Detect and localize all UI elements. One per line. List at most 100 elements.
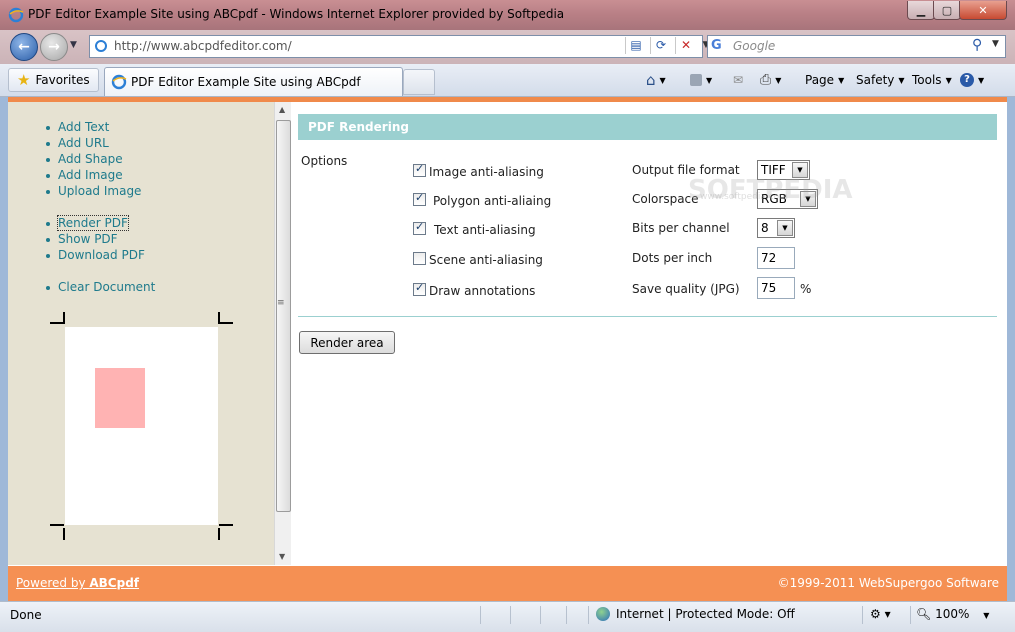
checkbox-label: Polygon anti-aliaing [433,194,552,208]
preview-shape[interactable] [95,368,145,428]
zoom-dropdown-icon: ▼ [983,611,990,620]
sidebar-link-upload-image[interactable]: Upload Image [58,184,141,198]
tab-active[interactable]: PDF Editor Example Site using ABCpdf [104,67,403,96]
sidebar-link-download-pdf[interactable]: Download PDF [58,248,145,262]
sidebar-link-add-text[interactable]: Add Text [58,120,109,134]
checkbox-polygon-antialiasing[interactable]: ✓ [413,191,426,206]
softpedia-watermark-url: www.softpedia.com [700,192,788,202]
security-zone[interactable]: Internet | Protected Mode: Off [596,607,795,621]
checkbox-text-antialiasing[interactable]: ✓ [413,220,426,235]
dpi-input[interactable]: 72 [757,247,795,269]
abcpdf-brand: ABCpdf [89,576,140,590]
ie-tab-icon [111,74,127,90]
page-dropdown-icon: ▼ [838,75,845,85]
page-menu-label: Page [805,73,835,87]
scroll-down-icon[interactable]: ▼ [279,552,285,561]
page-favicon-icon [95,40,107,52]
checkbox-draw-annotations[interactable]: ✓ [413,281,426,296]
status-separator [862,606,863,624]
history-dropdown-icon[interactable]: ▼ [70,40,77,50]
window-title: PDF Editor Example Site using ABCpdf - W… [28,7,565,21]
refresh-icon[interactable]: ⟳ [650,37,671,54]
feeds-dropdown-icon[interactable]: ▼ [706,76,712,85]
safety-menu[interactable]: Safety ▼ [856,70,905,90]
favorites-button[interactable]: ★ Favorites [8,68,99,92]
sidebar-link-add-shape[interactable]: Add Shape [58,152,123,166]
back-button[interactable]: ← [10,33,38,61]
zoom-level: 100% [935,607,970,621]
search-icon[interactable]: ⚲ [972,37,982,53]
forward-button[interactable]: → [40,33,68,61]
tools-menu[interactable]: Tools ▼ [912,70,952,90]
help-icon: ? [960,73,974,87]
checkbox-scene-antialiasing[interactable] [413,252,426,265]
bits-per-channel-select[interactable]: 8 ▼ [757,218,795,238]
help-dropdown-icon: ▼ [978,75,985,85]
status-separator [540,606,541,624]
sidebar-scrollbar[interactable]: ▲ ≡ ▼ [274,102,291,565]
zoom-control[interactable]: 🔍︎ 100% ▼ [916,607,989,621]
bullet-icon [46,286,50,290]
crop-mark [219,524,233,526]
bullet-icon [46,126,50,130]
compatibility-view-icon[interactable]: ▤ [625,37,646,54]
save-quality-label: Save quality (JPG) [632,282,740,296]
forward-arrow-icon: → [48,39,60,55]
crop-mark [50,524,64,526]
bullet-icon [46,158,50,162]
page-footer: Powered by ABCpdf ©1999-2011 WebSupergoo… [8,566,1007,601]
sidebar-link-show-pdf[interactable]: Show PDF [58,232,118,246]
crop-mark [50,322,64,324]
status-separator [588,606,589,624]
new-tab-button[interactable] [403,69,435,95]
tools-dropdown-icon: ▼ [945,75,952,85]
maximize-button[interactable]: ▢ [933,1,961,20]
printer-icon: ⎙ [760,72,772,88]
zoom-icon: 🔍︎ [916,607,932,621]
page-menu[interactable]: Page ▼ [805,70,844,90]
url-text[interactable]: http://www.abcpdfeditor.com/ [114,39,292,53]
save-quality-value: 75 [761,281,777,295]
home-dropdown-icon[interactable]: ▼ [660,76,666,85]
options-label: Options [301,154,348,168]
minimize-button[interactable]: ▁ [907,1,935,20]
search-dropdown-icon[interactable]: ▼ [992,39,999,49]
checkmark-icon: ✓ [415,281,425,294]
sidebar-link-add-url[interactable]: Add URL [58,136,109,150]
checkbox-label: Scene anti-aliasing [429,253,543,267]
save-quality-input[interactable]: 75 [757,277,795,299]
scrollbar-thumb[interactable] [276,120,291,512]
sidebar-link-add-image[interactable]: Add Image [58,168,123,182]
home-icon: ⌂ [646,71,656,89]
rss-icon [690,74,702,86]
section-title: PDF Rendering [308,120,409,134]
print-button[interactable]: ⎙ ▼ [760,70,781,90]
google-icon: G [711,38,722,53]
mail-button[interactable]: ✉ [733,70,743,90]
scroll-up-icon[interactable]: ▲ [279,105,285,114]
checkbox-label: Draw annotations [429,284,536,298]
favorites-label: Favorites [35,73,90,87]
home-button[interactable]: ⌂ ▼ [646,70,666,90]
sidebar-link-render-pdf[interactable]: Render PDF [57,215,129,231]
checkmark-icon: ✓ [415,162,425,175]
crop-mark [219,322,233,324]
search-placeholder[interactable]: Google [733,39,775,53]
render-area-button[interactable]: Render area [299,331,395,354]
mail-icon: ✉ [733,73,744,87]
help-menu[interactable]: ? ▼ [960,70,984,90]
powered-by-link[interactable]: Powered by ABCpdf [16,576,139,590]
close-button[interactable]: ✕ [959,1,1007,20]
sidebar-link-clear-document[interactable]: Clear Document [58,280,155,294]
search-box[interactable]: G Google ⚲ ▼ [707,35,1006,58]
crop-mark [218,528,220,540]
feeds-button[interactable]: ▼ [690,70,712,90]
zone-text: Internet | Protected Mode: Off [616,607,795,621]
print-dropdown-icon[interactable]: ▼ [775,76,781,85]
status-separator [910,606,911,624]
address-bar[interactable]: http://www.abcpdfeditor.com/ ▤ ⟳ ✕ ▼ [89,35,709,58]
bullet-icon [46,142,50,146]
checkbox-image-antialiasing[interactable]: ✓ [413,162,426,177]
stop-icon[interactable]: ✕ [675,37,696,54]
protected-mode-icon[interactable]: ⚙ ▾ [870,607,891,621]
